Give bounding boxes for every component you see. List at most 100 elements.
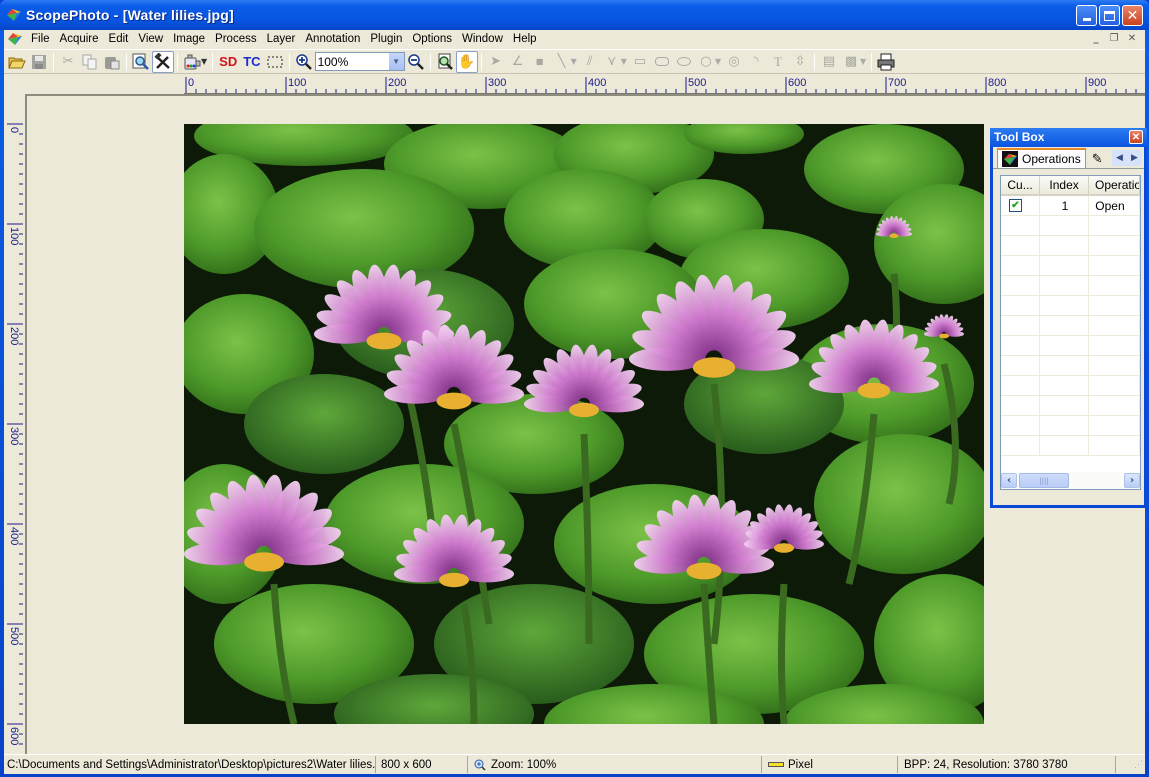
empty-cell — [1089, 356, 1140, 375]
empty-row — [1001, 296, 1140, 316]
arrow-shape-tool[interactable]: ⇳ — [789, 51, 811, 73]
menu-acquire[interactable]: Acquire — [55, 30, 104, 48]
line-dropdown-arrow[interactable]: ▼ — [571, 57, 577, 66]
find-button[interactable] — [434, 51, 456, 73]
app-logo-icon — [7, 9, 21, 21]
rectangle-tool[interactable]: ▭ — [629, 51, 651, 73]
angle-icon: ∠ — [511, 54, 524, 69]
circle-tool[interactable]: ○ — [695, 51, 717, 73]
table-row[interactable]: ✔ 1 Open — [1001, 196, 1140, 216]
scroll-left-button[interactable]: ‹ — [1001, 473, 1017, 488]
tab-operations-label: Operations — [1022, 152, 1081, 166]
circle-dropdown-arrow[interactable]: ▼ — [715, 57, 721, 66]
scroll-right-button[interactable]: › — [1124, 473, 1140, 488]
line-tool[interactable]: ╲ — [551, 51, 573, 73]
tools-button[interactable] — [152, 50, 174, 73]
empty-row — [1001, 396, 1140, 416]
menu-layer[interactable]: Layer — [262, 30, 301, 48]
mdi-close-button[interactable]: ✕ — [1125, 32, 1139, 45]
sd-button[interactable]: SD — [216, 54, 240, 69]
minimize-button[interactable] — [1076, 5, 1097, 26]
menu-edit[interactable]: Edit — [104, 30, 134, 48]
menu-view[interactable]: View — [133, 30, 168, 48]
hand-pan-button[interactable]: ✋ — [455, 50, 478, 73]
menu-plugin[interactable]: Plugin — [365, 30, 407, 48]
window-title: ScopePhoto - [Water lilies.jpg] — [26, 7, 234, 23]
empty-cell — [1040, 316, 1090, 335]
tab-scroll-nav[interactable]: ◀ ▶ — [1112, 150, 1142, 166]
empty-cell — [1089, 296, 1140, 315]
marquee-select-button[interactable] — [264, 51, 286, 73]
layer-button[interactable]: ▩ — [840, 51, 862, 73]
layer-dropdown-arrow[interactable]: ▼ — [860, 57, 866, 66]
palette-icon — [184, 54, 201, 69]
maximize-button[interactable] — [1099, 5, 1120, 26]
menu-annotation[interactable]: Annotation — [300, 30, 365, 48]
menu-file[interactable]: File — [26, 30, 55, 48]
toolbar-separator — [480, 52, 482, 71]
menu-help[interactable]: Help — [508, 30, 542, 48]
ruler-label: 600 — [788, 77, 806, 89]
checkbox-checked-icon[interactable]: ✔ — [1009, 199, 1022, 212]
cut-button[interactable]: ✂ — [57, 51, 79, 73]
mdi-minimize-button[interactable]: _ — [1089, 32, 1103, 45]
arc-tool[interactable]: ◝ — [745, 51, 767, 73]
tab-operations[interactable]: Operations — [997, 148, 1086, 168]
print-button[interactable] — [875, 51, 897, 73]
scroll-thumb[interactable]: |||| — [1019, 473, 1069, 488]
pointer-tool[interactable]: ➤ — [485, 51, 507, 73]
ruler-label: 100 — [8, 227, 20, 245]
find-document-icon — [438, 53, 453, 70]
app-window: ScopePhoto - [Water lilies.jpg] ✕ File A… — [0, 0, 1149, 777]
column-header-index[interactable]: Index — [1040, 176, 1090, 194]
paste-button[interactable] — [101, 51, 123, 73]
concentric-circle-tool[interactable]: ◎ — [723, 51, 745, 73]
title-bar[interactable]: ScopePhoto - [Water lilies.jpg] ✕ — [0, 0, 1149, 30]
tab-annotation[interactable]: ✎ — [1086, 150, 1109, 168]
zoom-level-combo[interactable]: 100% ▼ — [314, 52, 405, 71]
polyline-dropdown-arrow[interactable]: ▼ — [621, 57, 627, 66]
water-lilies-image[interactable] — [184, 124, 984, 724]
chevron-left-icon[interactable]: ◀ — [1116, 153, 1123, 163]
properties-button[interactable]: ▤ — [818, 51, 840, 73]
column-header-current[interactable]: Cu... — [1001, 176, 1041, 194]
menu-image[interactable]: Image — [168, 30, 210, 48]
column-header-operation[interactable]: Operatio — [1089, 176, 1140, 194]
preview-button[interactable] — [130, 51, 152, 73]
chevron-down-icon[interactable]: ▼ — [387, 53, 404, 70]
polyline-tool[interactable]: ⋎ — [601, 51, 623, 73]
resize-grip[interactable]: ⋰ — [1116, 759, 1145, 770]
menu-options[interactable]: Options — [407, 30, 457, 48]
operation-cell: Open — [1089, 196, 1140, 215]
tc-button[interactable]: TC — [240, 54, 263, 69]
menu-window[interactable]: Window — [457, 30, 508, 48]
arrow-shape-icon: ⇳ — [794, 54, 806, 69]
palette-button[interactable] — [181, 51, 203, 73]
horizontal-scrollbar[interactable]: ‹ |||| › — [1001, 472, 1140, 489]
rounded-rectangle-tool[interactable] — [651, 51, 673, 73]
empty-cell — [1089, 276, 1140, 295]
toolbox-title-bar[interactable]: Tool Box ✕ — [990, 128, 1147, 147]
mdi-restore-button[interactable]: ❐ — [1107, 32, 1121, 45]
save-button[interactable] — [28, 51, 50, 73]
angle-tool[interactable]: ∠ — [507, 51, 529, 73]
text-tool[interactable]: T — [767, 51, 789, 73]
zoom-out-button[interactable] — [405, 51, 427, 73]
copy-button[interactable] — [79, 51, 101, 73]
toolbox-close-button[interactable]: ✕ — [1129, 130, 1143, 144]
ruler-label: 0 — [188, 77, 194, 89]
point-tool[interactable]: ■ — [529, 51, 551, 73]
ruler-label: 200 — [8, 327, 20, 345]
open-button[interactable] — [6, 51, 28, 73]
menu-process[interactable]: Process — [210, 30, 262, 48]
chevron-right-icon[interactable]: ▶ — [1131, 153, 1138, 163]
empty-row — [1001, 256, 1140, 276]
close-button[interactable]: ✕ — [1122, 5, 1143, 26]
zoom-in-button[interactable] — [293, 51, 315, 73]
parallel-lines-tool[interactable]: ⫽ — [579, 51, 601, 73]
operations-icon — [1002, 151, 1018, 167]
document-icon[interactable] — [7, 31, 23, 47]
zoom-in-icon — [474, 759, 486, 771]
palette-dropdown-arrow[interactable]: ▼ — [201, 57, 207, 66]
ellipse-tool[interactable] — [673, 51, 695, 73]
